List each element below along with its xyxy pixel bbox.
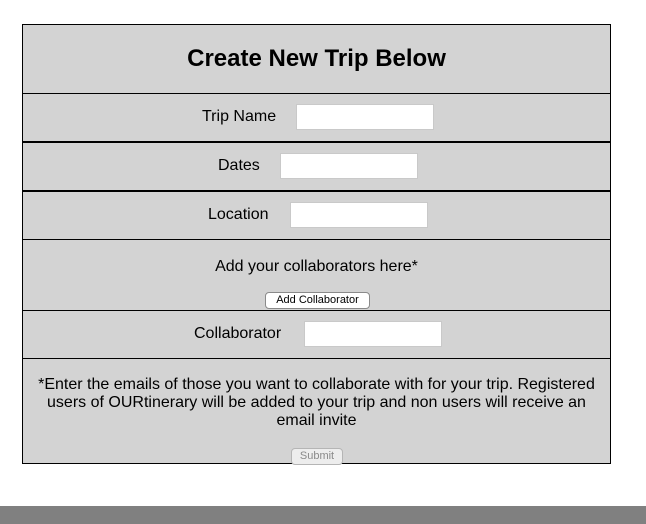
trip-name-label: Trip Name	[202, 108, 277, 125]
create-trip-form: Create New Trip Below Trip Name Dates Lo…	[22, 24, 611, 465]
dates-row: Dates	[22, 142, 611, 191]
collaborator-note: *Enter the emails of those you want to c…	[38, 376, 595, 429]
trip-name-input[interactable]	[296, 104, 434, 130]
collaborators-prompt: Add your collaborators here*	[215, 258, 418, 275]
dates-label: Dates	[218, 157, 260, 174]
trip-name-row: Trip Name	[22, 93, 611, 142]
collaborator-email-input[interactable]	[304, 321, 442, 347]
add-collaborator-button[interactable]: Add Collaborator	[265, 292, 370, 309]
location-label: Location	[208, 206, 269, 223]
collaborator-row: Collaborator	[22, 310, 611, 359]
collaborator-label: Collaborator	[194, 325, 282, 342]
submit-button[interactable]: Submit	[291, 448, 343, 465]
form-title: Create New Trip Below	[187, 45, 446, 72]
location-input[interactable]	[290, 202, 428, 228]
footer-bar	[0, 506, 646, 524]
dates-input[interactable]	[280, 153, 418, 179]
location-row: Location	[22, 191, 611, 240]
